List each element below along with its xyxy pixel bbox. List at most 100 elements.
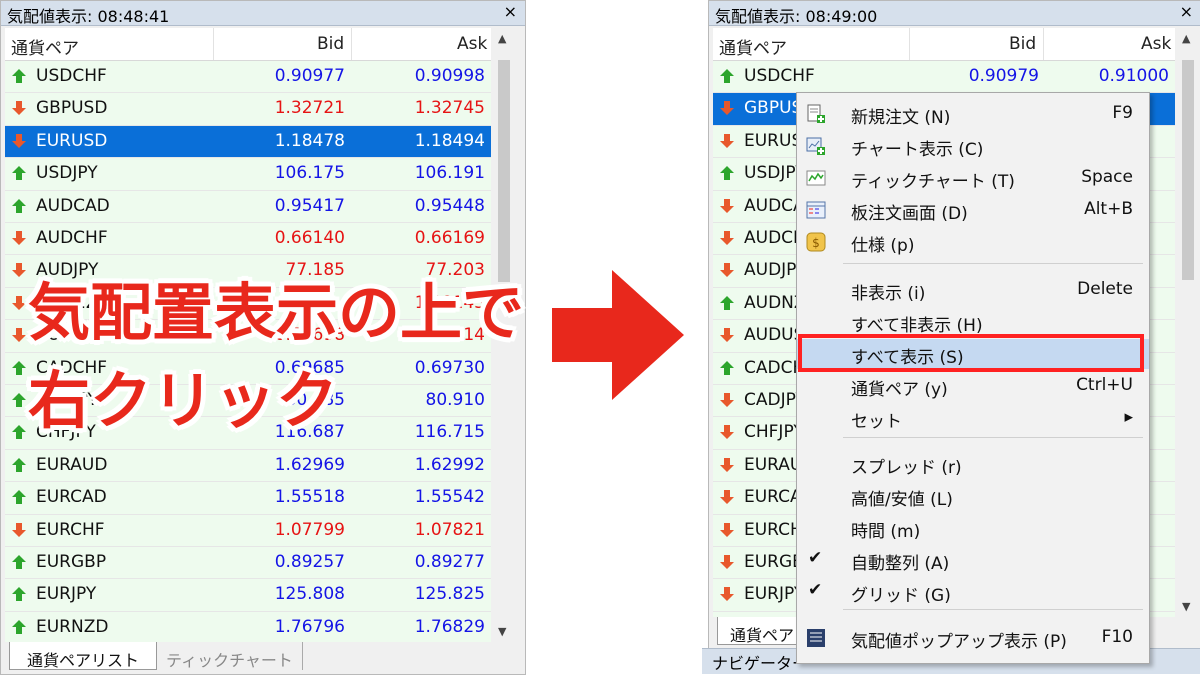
price-down-icon [719, 198, 735, 214]
column-header-ask[interactable]: Ask [1141, 34, 1171, 54]
price-up-icon [11, 360, 27, 376]
price-up-icon [11, 489, 27, 505]
table-row[interactable]: EURGBP 0.89257 0.89277 [5, 547, 491, 579]
menu-separator [843, 437, 1143, 438]
price-up-icon [11, 198, 27, 214]
table-row[interactable]: USDCHF0.909770.90998 [5, 61, 491, 93]
navigator-title: ナビゲーター [712, 650, 808, 674]
scrollbar-thumb[interactable] [498, 60, 510, 282]
symbol-cell: AUDCHF [36, 228, 108, 248]
menu-item-label: 通貨ペア (y) [851, 375, 948, 400]
scrollbar-thumb[interactable] [1182, 60, 1194, 280]
bid-cell: 0.66140 [275, 228, 345, 248]
tab-symbol-list[interactable]: 通貨ペアリスト [9, 642, 157, 670]
menu-item[interactable]: $ 仕様 (p) [797, 227, 1149, 257]
scroll-down-icon[interactable]: ▼ [498, 625, 506, 638]
menu-item-label: 自動整列 (A) [851, 549, 949, 574]
menu-item[interactable]: 通貨ペア (y)Ctrl+U [797, 371, 1149, 401]
column-header-symbol[interactable]: 通貨ペア [719, 34, 787, 59]
column-header-symbol[interactable]: 通貨ペア [11, 34, 79, 59]
menu-item-label: 非表示 (i) [851, 279, 925, 304]
ask-cell: 80.910 [426, 390, 485, 410]
price-up-icon [11, 619, 27, 635]
close-icon[interactable]: × [504, 2, 517, 21]
tab-tick-chart[interactable]: ティックチャート [157, 642, 303, 670]
menu-item[interactable]: 気配値ポップアップ表示 (P)F10 [797, 623, 1149, 653]
price-down-icon [719, 489, 735, 505]
vertical-scrollbar[interactable]: ▲ ▼ [1179, 28, 1197, 617]
bid-cell: 1.55518 [275, 487, 345, 507]
menu-item[interactable]: ティックチャート (T)Space [797, 163, 1149, 193]
table-row[interactable]: EURUSD1.184781.18494 [5, 126, 491, 158]
menu-item-label: 仕様 (p) [851, 231, 914, 256]
price-up-icon [719, 68, 735, 84]
menu-item[interactable]: 新規注文 (N)F9 [797, 99, 1149, 129]
context-menu: 新規注文 (N)F9チャート表示 (C)ティックチャート (T)Space板注文… [796, 92, 1150, 664]
bid-cell: 0.90979 [969, 66, 1039, 86]
symbol-cell: EURJPY [36, 584, 96, 604]
table-row[interactable]: EURJPY 125.808 125.825 [5, 579, 491, 611]
bid-cell: 1.62969 [275, 455, 345, 475]
scroll-up-icon[interactable]: ▲ [498, 32, 506, 45]
table-row[interactable]: EURCAD1.555181.55542 [5, 482, 491, 514]
symbol-cell: EURCAD [36, 487, 107, 507]
bid-cell: 0.89257 [275, 552, 345, 572]
depth-of-market-icon [805, 199, 827, 221]
scroll-down-icon[interactable]: ▼ [1182, 600, 1190, 613]
table-row[interactable]: GBPUSD1.327211.32745 [5, 93, 491, 125]
symbol-cell: AUDCAD [36, 196, 110, 216]
menu-item[interactable]: すべて非表示 (H) [797, 307, 1149, 337]
menu-item[interactable]: 板注文画面 (D)Alt+B [797, 195, 1149, 225]
price-down-icon [719, 100, 735, 116]
bid-cell: 1.07799 [275, 520, 345, 540]
price-up-icon [719, 295, 735, 311]
menu-item[interactable]: ✔ 自動整列 (A) [797, 545, 1149, 575]
menu-item[interactable]: セット▸ [797, 403, 1149, 433]
column-header-bid[interactable]: Bid [1009, 34, 1036, 54]
table-row[interactable]: EURCHF1.077991.07821 [5, 515, 491, 547]
highlight-box [798, 334, 1144, 372]
specification-icon: $ [805, 231, 827, 253]
column-header-ask[interactable]: Ask [457, 34, 487, 54]
ask-cell: 1.62992 [415, 455, 485, 475]
menu-item[interactable]: 高値/安値 (L) [797, 481, 1149, 511]
close-icon[interactable]: × [1180, 2, 1193, 21]
menu-item[interactable]: スプレッド (r) [797, 449, 1149, 479]
price-down-icon [11, 230, 27, 246]
ask-cell: 0.90998 [415, 66, 485, 86]
ask-cell: 0.89277 [415, 552, 485, 572]
table-row[interactable]: AUDCAD0.954170.95448 [5, 191, 491, 223]
table-row[interactable]: USDJPY106.175106.191 [5, 158, 491, 190]
table-row[interactable]: USDCHF0.909790.91000 [713, 61, 1175, 93]
scroll-up-icon[interactable]: ▲ [1182, 32, 1190, 45]
checkmark-icon: ✔ [808, 548, 822, 568]
symbol-cell: EURGBP [36, 552, 106, 572]
bid-cell: 0.90977 [275, 66, 345, 86]
ask-cell: 125.825 [415, 584, 485, 604]
menu-item-label: すべて非表示 (H) [851, 311, 983, 336]
market-watch-title: 気配値表示: 08:49:00 [715, 3, 877, 27]
menu-item[interactable]: 非表示 (i)Delete [797, 275, 1149, 305]
table-row[interactable]: EURAUD 1.62969 1.62992 [5, 450, 491, 482]
ask-cell: 0.69730 [415, 358, 485, 378]
menu-item-label: スプレッド (r) [851, 453, 962, 478]
menu-separator [843, 609, 1143, 610]
symbol-cell: EURAUD [36, 455, 107, 475]
tab-symbol-list[interactable]: 通貨ペア [717, 617, 807, 645]
bid-cell: 125.808 [275, 584, 345, 604]
bid-cell: 1.18478 [275, 131, 345, 151]
submenu-arrow-icon: ▸ [1124, 407, 1133, 427]
ask-cell: 1.07821 [415, 520, 485, 540]
bid-cell: 1.32721 [275, 98, 345, 118]
column-header-bid[interactable]: Bid [317, 34, 344, 54]
price-down-icon [719, 586, 735, 602]
table-row[interactable]: EURNZD1.767961.76829 [5, 612, 491, 642]
menu-item-label: 気配値ポップアップ表示 (P) [851, 627, 1067, 652]
market-watch-titlebar: 気配値表示: 08:48:41 × [1, 1, 525, 26]
table-row[interactable]: AUDCHF0.661400.66169 [5, 223, 491, 255]
menu-item[interactable]: ✔グリッド (G) [797, 577, 1149, 607]
price-down-icon [719, 133, 735, 149]
menu-item[interactable]: チャート表示 (C) [797, 131, 1149, 161]
price-down-icon [719, 327, 735, 343]
menu-item[interactable]: 時間 (m) [797, 513, 1149, 543]
